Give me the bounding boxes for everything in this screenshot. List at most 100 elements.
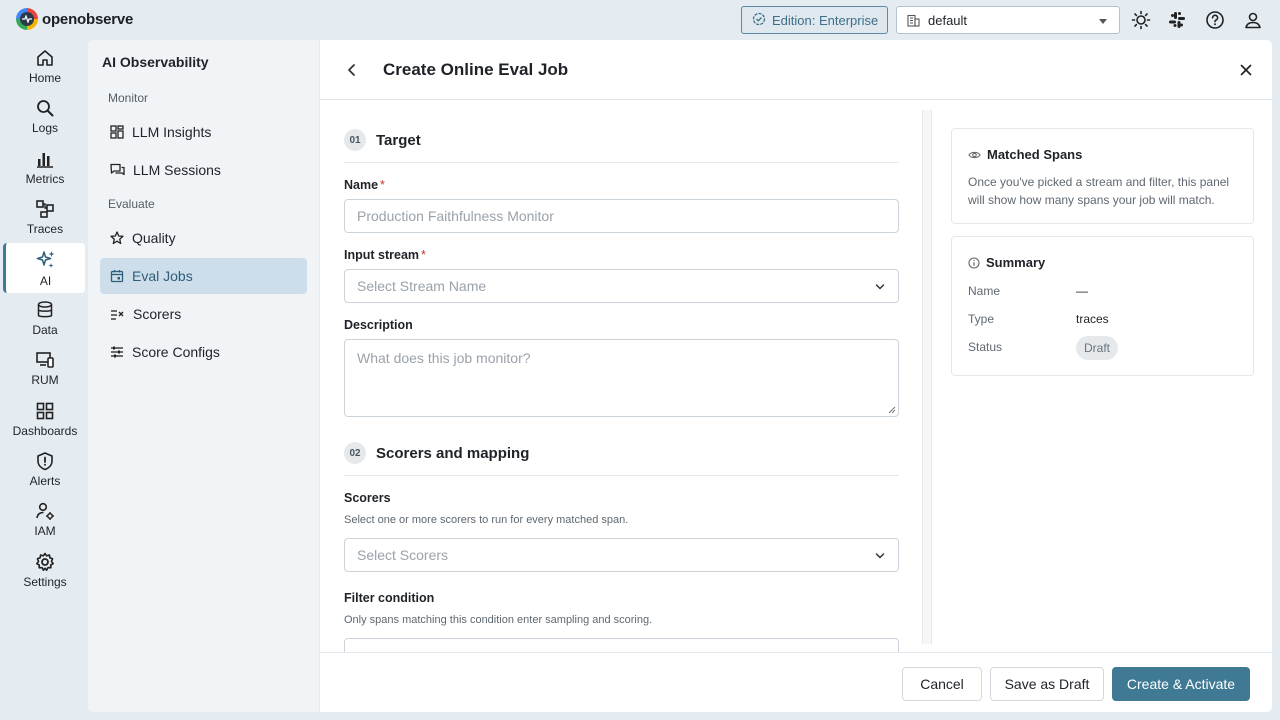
- name-label: Name *: [344, 178, 385, 192]
- chevron-left-icon: [348, 64, 355, 76]
- matched-spans-title: Matched Spans: [968, 147, 1082, 162]
- name-label-text: Name: [344, 178, 379, 192]
- save-draft-button[interactable]: Save as Draft: [990, 667, 1104, 701]
- building-icon: [907, 14, 920, 27]
- home-icon: [37, 50, 53, 66]
- input-stream-placeholder: Select Stream Name: [357, 278, 487, 294]
- sparkle-icon: [36, 251, 54, 268]
- summary-name-value: —: [1076, 284, 1088, 298]
- chat-icon: [110, 163, 125, 176]
- nav-item-settings[interactable]: Settings: [5, 546, 85, 596]
- scorers-select[interactable]: Select Scorers: [344, 538, 899, 572]
- edition-badge[interactable]: Edition: Enterprise: [741, 6, 888, 34]
- top-bar: openobserve Edition: Enterprise default: [0, 0, 1280, 40]
- star-icon: [110, 231, 124, 245]
- close-button[interactable]: [1236, 60, 1256, 80]
- create-eval-job-panel: Create Online Eval Job 01 Target Name * P…: [320, 40, 1272, 712]
- user-gear-icon: [36, 502, 54, 520]
- subnav-item-label: LLM Sessions: [133, 162, 221, 178]
- info-icon: [968, 256, 980, 269]
- cancel-button[interactable]: Cancel: [902, 667, 982, 701]
- nav-label: Metrics: [25, 172, 65, 186]
- edition-label: Edition: Enterprise: [772, 12, 879, 28]
- nav-item-metrics[interactable]: Metrics: [5, 143, 85, 193]
- nav-item-data[interactable]: Data: [5, 294, 85, 344]
- chevron-down-icon: [875, 553, 885, 559]
- resize-handle-icon[interactable]: [888, 406, 896, 414]
- subnav-item-score-configs[interactable]: Score Configs: [100, 334, 307, 370]
- subnav-item-llm-sessions[interactable]: LLM Sessions: [100, 152, 307, 188]
- panel-header: Create Online Eval Job: [320, 40, 1272, 100]
- nav-label: Alerts: [29, 474, 61, 488]
- subnav-group-monitor: Monitor: [108, 91, 149, 105]
- eval-job-form: 01 Target Name * Production Faithfulness …: [320, 101, 930, 652]
- sliders-icon: [111, 346, 123, 358]
- nav-item-iam[interactable]: IAM: [5, 495, 85, 545]
- database-icon: [37, 301, 53, 318]
- step-number: 01: [344, 129, 366, 151]
- summary-title-text: Summary: [986, 255, 1046, 270]
- nav-item-dashboards[interactable]: Dashboards: [5, 395, 85, 445]
- back-button[interactable]: [342, 60, 362, 80]
- subnav-item-label: Scorers: [133, 306, 182, 322]
- calendar-icon: [110, 270, 124, 283]
- subnav-item-llm-insights[interactable]: LLM Insights: [100, 114, 307, 150]
- input-stream-select[interactable]: Select Stream Name: [344, 269, 899, 303]
- step-title: Scorers and mapping: [376, 444, 530, 462]
- nav-item-traces[interactable]: Traces: [5, 193, 85, 243]
- filter-condition-input[interactable]: [344, 638, 899, 652]
- eye-icon: [968, 151, 981, 158]
- caret-down-icon: [1099, 19, 1107, 24]
- nav-label: Logs: [31, 121, 59, 135]
- summary-status-key: Status: [968, 340, 1003, 354]
- verified-icon: [752, 12, 766, 29]
- status-badge: Draft: [1076, 336, 1119, 360]
- nav-item-ai[interactable]: AI: [3, 243, 85, 293]
- slack-icon[interactable]: [1166, 9, 1188, 31]
- create-activate-button[interactable]: Create & Activate: [1112, 667, 1250, 701]
- summary-name-key: Name: [968, 284, 1001, 298]
- subnav-item-quality[interactable]: Quality: [100, 220, 307, 256]
- user-profile-icon[interactable]: [1242, 9, 1264, 31]
- org-select[interactable]: default: [896, 6, 1120, 34]
- subnav-item-label: Score Configs: [132, 344, 220, 360]
- scorers-label: Scorers: [344, 491, 391, 505]
- subnav-item-scorers[interactable]: Scorers: [100, 296, 307, 332]
- nav-label: IAM: [34, 524, 56, 538]
- ai-observability-subnav: AI Observability Monitor LLM Insights LL…: [88, 40, 319, 712]
- scorers-hint: Select one or more scorers to run for ev…: [344, 514, 629, 526]
- app-logo[interactable]: openobserve: [16, 8, 133, 30]
- name-input-placeholder: Production Faithfulness Monitor: [357, 208, 554, 224]
- step-title: Target: [376, 131, 421, 149]
- org-value: default: [928, 12, 968, 28]
- nav-item-alerts[interactable]: Alerts: [5, 445, 85, 495]
- filter-condition-hint: Only spans matching this condition enter…: [344, 614, 653, 626]
- nav-item-logs[interactable]: Logs: [5, 92, 85, 142]
- form-scrollbar[interactable]: [922, 110, 932, 644]
- nav-item-rum[interactable]: RUM: [5, 344, 85, 394]
- scorers-placeholder: Select Scorers: [357, 547, 449, 563]
- subnav-item-label: LLM Insights: [132, 124, 212, 140]
- subnav-item-label: Quality: [132, 230, 176, 246]
- description-label: Description: [344, 318, 413, 332]
- nav-item-home[interactable]: Home: [5, 42, 85, 92]
- help-icon[interactable]: [1204, 9, 1226, 31]
- search-icon: [37, 100, 54, 117]
- matched-spans-title-text: Matched Spans: [987, 147, 1083, 162]
- traces-icon: [36, 200, 54, 218]
- matched-spans-card: Matched Spans Once you've picked a strea…: [951, 128, 1254, 224]
- theme-toggle-sun-icon[interactable]: [1130, 9, 1152, 31]
- page-title: Create Online Eval Job: [383, 60, 569, 79]
- name-input[interactable]: Production Faithfulness Monitor: [344, 199, 899, 233]
- nav-label: Dashboards: [12, 424, 78, 438]
- subnav-item-eval-jobs[interactable]: Eval Jobs: [100, 258, 307, 294]
- summary-type-key: Type: [968, 312, 995, 326]
- bar-chart-icon: [37, 153, 53, 168]
- step-number: 02: [344, 442, 366, 464]
- description-textarea[interactable]: What does this job monitor?: [344, 339, 899, 417]
- close-icon: [1240, 64, 1252, 76]
- matched-spans-description: Once you've picked a stream and filter, …: [968, 175, 1230, 207]
- subnav-group-evaluate: Evaluate: [108, 197, 155, 211]
- nav-label: AI: [39, 274, 52, 288]
- required-mark: *: [380, 178, 385, 192]
